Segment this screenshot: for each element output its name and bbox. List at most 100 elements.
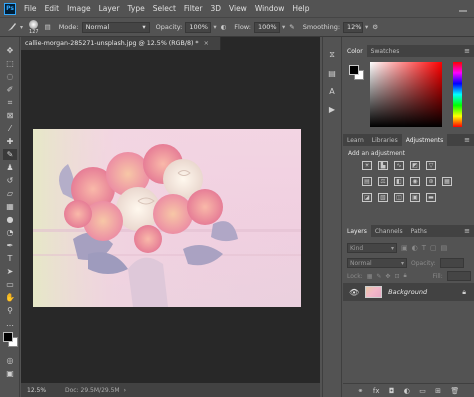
invert-icon[interactable]: ◪ [362, 193, 372, 202]
blur-tool-icon[interactable]: ● [3, 214, 17, 225]
lasso-tool-icon[interactable]: ◌ [3, 71, 17, 82]
opacity-chevron-icon[interactable]: ▾ [213, 23, 216, 31]
mode-select[interactable]: Normal ▾ [81, 21, 150, 33]
foreground-color-swatch[interactable] [3, 332, 13, 342]
menu-help[interactable]: Help [292, 4, 309, 13]
photo-filter-icon[interactable]: ◉ [410, 177, 420, 186]
filter-pixel-icon[interactable]: ▣ [401, 244, 408, 252]
frame-tool-icon[interactable]: ⊠ [3, 110, 17, 121]
tab-learn[interactable]: Learn [343, 134, 368, 146]
color-panel-menu-icon[interactable]: ≡ [464, 47, 470, 55]
lock-image-icon[interactable]: ✎ [376, 273, 381, 280]
exposure-icon[interactable]: ◩ [410, 161, 420, 170]
color-field[interactable] [370, 62, 442, 127]
lock-all-icon[interactable]: 🔒︎ [403, 272, 406, 280]
zoom-level[interactable]: 12.5% [27, 387, 65, 394]
tool-preset-chevron-icon[interactable]: ▾ [20, 24, 23, 31]
smoothing-chevron-icon[interactable]: ▾ [365, 23, 368, 31]
hand-tool-icon[interactable]: ✋ [3, 292, 17, 303]
menu-edit[interactable]: Edit [45, 4, 60, 13]
hue-saturation-icon[interactable]: ▤ [362, 177, 372, 186]
type-tool-icon[interactable]: T [3, 253, 17, 264]
flow-chevron-icon[interactable]: ▾ [282, 23, 285, 31]
color-balance-icon[interactable]: ⚖ [378, 177, 388, 186]
new-adjustment-layer-icon[interactable]: ◐ [404, 387, 410, 395]
curves-icon[interactable]: ∿ [394, 161, 404, 170]
brush-tool-icon[interactable] [6, 21, 18, 33]
smoothing-input[interactable]: 12% [343, 21, 364, 33]
new-layer-icon[interactable]: ⊞ [435, 387, 441, 395]
link-layers-icon[interactable]: ⚭ [358, 387, 364, 395]
pen-tool-icon[interactable]: ✒ [3, 240, 17, 251]
brush-preset-picker[interactable]: 127 [29, 19, 39, 35]
menu-view[interactable]: View [229, 4, 247, 13]
menu-filter[interactable]: Filter [184, 4, 203, 13]
gradient-tool-icon[interactable]: ▦ [3, 201, 17, 212]
layer-style-fx-icon[interactable]: fx [373, 387, 380, 395]
eraser-tool-icon[interactable]: ▱ [3, 188, 17, 199]
opacity-input[interactable]: 100% [185, 21, 212, 33]
actions-panel-icon[interactable]: ▶ [326, 103, 338, 115]
document-tab[interactable]: callie-morgan-285271-unsplash.jpg @ 12.5… [21, 37, 221, 50]
status-info-chevron-icon[interactable]: › [124, 387, 126, 394]
delete-layer-icon[interactable]: 🗑︎ [450, 387, 459, 395]
menu-layer[interactable]: Layer [99, 4, 120, 13]
character-panel-icon[interactable]: A [326, 85, 338, 97]
brush-settings-icon[interactable]: ▤ [45, 23, 51, 31]
layers-panel-menu-icon[interactable]: ≡ [464, 227, 470, 235]
move-tool-icon[interactable]: ✥ [3, 45, 17, 56]
add-mask-icon[interactable]: ◘ [389, 387, 395, 395]
menu-select[interactable]: Select [153, 4, 176, 13]
filter-shape-icon[interactable]: ▢ [430, 244, 437, 252]
tab-paths[interactable]: Paths [407, 225, 431, 237]
channel-mixer-icon[interactable]: ⊛ [426, 177, 436, 186]
more-tools-icon[interactable]: … [3, 318, 17, 329]
airbrush-icon[interactable]: ✎ [289, 23, 294, 31]
flow-input[interactable]: 100% [253, 21, 280, 33]
color-panel-swatches[interactable] [349, 65, 365, 81]
eye-icon[interactable]: 👁︎ [349, 288, 359, 297]
quick-mask-icon[interactable]: ◎ [3, 355, 17, 366]
filter-adjustment-icon[interactable]: ◐ [412, 244, 418, 252]
levels-icon[interactable]: ▙ [378, 161, 388, 170]
blend-mode-select[interactable]: Normal ▾ [347, 258, 407, 268]
history-panel-icon[interactable]: ⧖ [326, 49, 338, 61]
menu-window[interactable]: Window [255, 4, 285, 13]
document-photo[interactable] [33, 129, 301, 307]
tab-adjustments[interactable]: Adjustments [401, 134, 448, 146]
zoom-tool-icon[interactable]: ⚲ [3, 305, 17, 316]
layer-opacity-input[interactable] [439, 258, 464, 268]
posterize-icon[interactable]: ▧ [378, 193, 388, 202]
filter-type-icon[interactable]: T [422, 244, 426, 252]
marquee-tool-icon[interactable]: ⬚ [3, 58, 17, 69]
fill-input[interactable] [446, 271, 471, 281]
tab-color[interactable]: Color [343, 45, 367, 57]
layer-lock-icon[interactable]: 🔒︎ [462, 288, 466, 297]
minimize-icon[interactable] [458, 2, 468, 14]
filter-smart-object-icon[interactable]: ▤ [441, 244, 448, 252]
selective-color-icon[interactable]: ▣ [410, 193, 420, 202]
rectangle-tool-icon[interactable]: ▭ [3, 279, 17, 290]
pressure-opacity-icon[interactable]: ◐ [221, 23, 227, 31]
black-white-icon[interactable]: ◧ [394, 177, 404, 186]
menu-type[interactable]: Type [128, 4, 145, 13]
lock-position-icon[interactable]: ✥ [385, 273, 390, 280]
brightness-contrast-icon[interactable]: ☀ [362, 161, 372, 170]
brush-tool-selected-icon[interactable]: ✎ [3, 149, 17, 160]
quick-selection-tool-icon[interactable]: ✐ [3, 84, 17, 95]
vibrance-icon[interactable]: ▽ [426, 161, 436, 170]
crop-tool-icon[interactable]: ⌗ [3, 97, 17, 108]
color-swatches[interactable] [0, 331, 20, 353]
screen-mode-icon[interactable]: ▣ [3, 368, 17, 379]
layer-row-background[interactable]: 👁︎ Background 🔒︎ [343, 283, 474, 301]
menu-3d[interactable]: 3D [210, 4, 221, 13]
layer-kind-filter[interactable]: Kind ▾ [347, 243, 397, 253]
close-tab-icon[interactable]: × [204, 40, 209, 47]
history-brush-tool-icon[interactable]: ↺ [3, 175, 17, 186]
gradient-map-icon[interactable]: ▬ [426, 193, 436, 202]
menu-image[interactable]: Image [67, 4, 91, 13]
dodge-tool-icon[interactable]: ◔ [3, 227, 17, 238]
path-selection-tool-icon[interactable]: ➤ [3, 266, 17, 277]
lock-transparent-icon[interactable]: ▦ [367, 273, 373, 280]
hue-slider[interactable] [453, 62, 462, 127]
